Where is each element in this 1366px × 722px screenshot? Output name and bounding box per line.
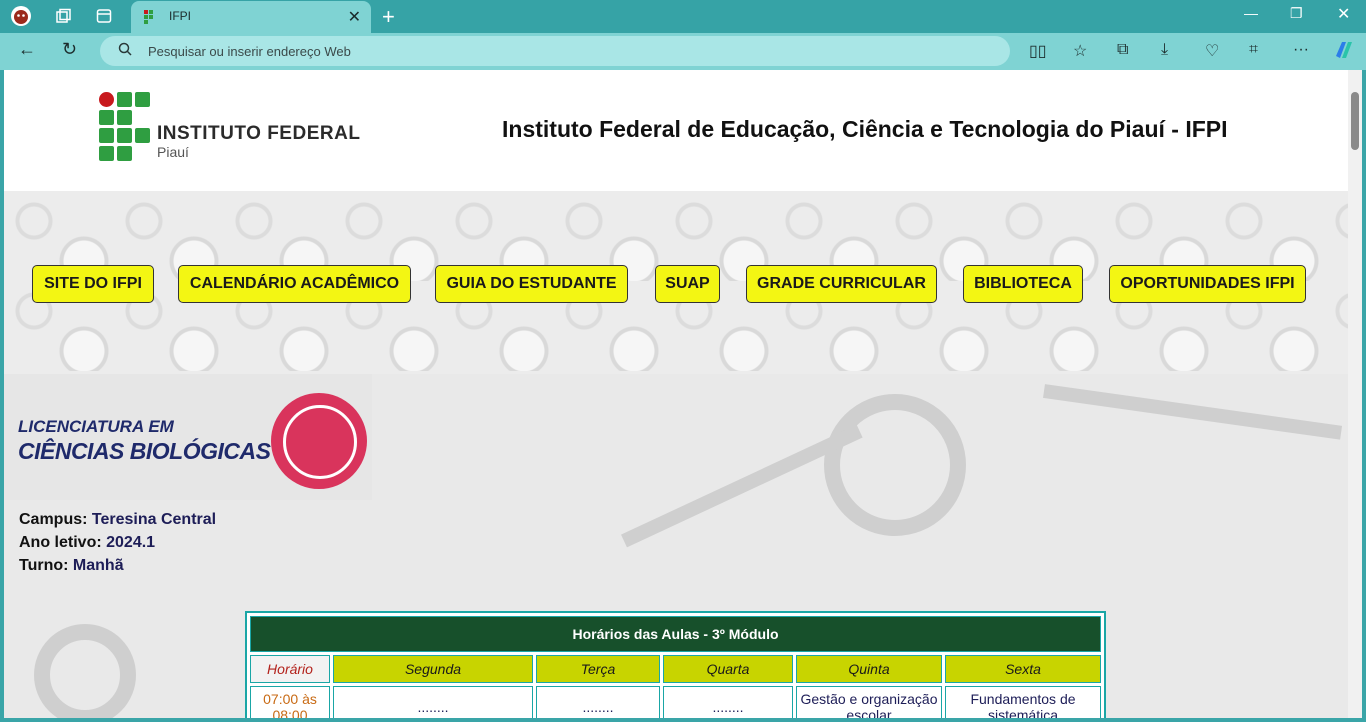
favorites-icon[interactable]: ☆	[1073, 41, 1087, 61]
hour-cell: 07:00 às 08:00	[250, 686, 330, 718]
restore-icon[interactable]: ❐	[1290, 5, 1303, 22]
nav-suap[interactable]: SUAP	[655, 265, 720, 303]
class-cell: Fundamentos de sistemática	[945, 686, 1101, 718]
shift-row: Turno: Manhã	[19, 557, 124, 574]
extensions-icon[interactable]: ♡	[1205, 41, 1219, 61]
year-row: Ano letivo: 2024.1	[19, 534, 156, 551]
screenshot-icon[interactable]: ⌗	[1249, 41, 1258, 59]
year-value: 2024.1	[106, 534, 156, 551]
nav-guia-do-estudante[interactable]: GUIA DO ESTUDANTE	[435, 265, 628, 303]
class-cell: Gestão e organização escolar	[796, 686, 942, 718]
schedule-title: Horários das Aulas - 3º Módulo	[250, 616, 1101, 652]
split-screen-icon[interactable]: ▯▯	[1029, 41, 1047, 61]
nav-oportunidades-ifpi[interactable]: OPORTUNIDADES IFPI	[1109, 265, 1306, 303]
hour-header: Horário	[250, 655, 330, 683]
page-scrollbar[interactable]	[1348, 70, 1362, 718]
browser-toolbar: ← ↻ Pesquisar ou inserir endereço Web ▯▯…	[0, 33, 1366, 70]
course-info: Campus: Teresina Central Ano letivo: 202…	[19, 508, 216, 577]
refresh-icon[interactable]: ↻	[62, 39, 77, 60]
close-tab-icon[interactable]: ✕	[348, 7, 361, 27]
class-cell: ........	[333, 686, 533, 718]
new-tab-icon[interactable]: +	[382, 4, 395, 30]
main-content: LICENCIATURA EM CIÊNCIAS BIOLÓGICAS Camp…	[4, 374, 1348, 718]
tab-actions-icon[interactable]	[93, 5, 115, 27]
class-cell: ........	[536, 686, 660, 718]
shift-value: Manhã	[72, 557, 124, 574]
minimize-icon[interactable]: —	[1244, 5, 1258, 21]
scrollbar-thumb[interactable]	[1351, 92, 1359, 150]
back-icon[interactable]: ←	[18, 39, 36, 60]
profile-avatar-icon[interactable]	[10, 5, 32, 27]
day-header: Quinta	[796, 655, 942, 683]
copilot-icon[interactable]	[1332, 38, 1356, 67]
course-line1: LICENCIATURA EM	[18, 417, 174, 436]
nav-biblioteca[interactable]: BIBLIOTECA	[963, 265, 1083, 303]
course-line2: CIÊNCIAS BIOLÓGICAS	[18, 438, 271, 464]
page-title: Instituto Federal de Educação, Ciência e…	[502, 116, 1228, 142]
nav-calendario-academico[interactable]: CALENDÁRIO ACADÊMICO	[178, 265, 411, 303]
nav-site-ifpi[interactable]: SITE DO IFPI	[32, 265, 154, 303]
main-nav: SITE DO IFPI CALENDÁRIO ACADÊMICO GUIA D…	[4, 265, 1348, 305]
nav-grade-curricular[interactable]: GRADE CURRICULAR	[746, 265, 937, 303]
address-bar[interactable]: Pesquisar ou inserir endereço Web	[100, 36, 1010, 66]
decor-circle	[34, 624, 136, 718]
workspaces-icon[interactable]	[52, 5, 74, 27]
decor-circle	[824, 394, 966, 536]
class-cell: ........	[663, 686, 793, 718]
logo-name: INSTITUTO FEDERAL	[157, 123, 361, 144]
more-icon[interactable]: ···	[1293, 41, 1309, 59]
site-header: INSTITUTO FEDERAL Piauí Instituto Federa…	[4, 70, 1348, 191]
ifpi-favicon-icon	[144, 10, 156, 24]
biology-emblem-icon	[271, 393, 367, 489]
close-window-icon[interactable]: ✕	[1337, 4, 1350, 24]
table-row: 07:00 às 08:00 ........ ........ .......…	[250, 686, 1101, 718]
day-header: Segunda	[333, 655, 533, 683]
decor-line	[1043, 384, 1343, 440]
course-logo: LICENCIATURA EM CIÊNCIAS BIOLÓGICAS	[4, 374, 372, 500]
campus-row: Campus: Teresina Central	[19, 511, 217, 528]
collections-icon[interactable]: ⧉	[1117, 41, 1128, 59]
title-bar: IFPI ✕ + — ❐ ✕	[0, 0, 1366, 33]
tab-title: IFPI	[169, 9, 192, 23]
logo-subtitle: Piauí	[157, 144, 189, 160]
download-icon[interactable]: ⤓	[1161, 41, 1168, 59]
schedule-table: Horários das Aulas - 3º Módulo Horário S…	[245, 611, 1106, 718]
page-viewport: INSTITUTO FEDERAL Piauí Instituto Federa…	[4, 70, 1362, 718]
tab-ifpi[interactable]: IFPI ✕	[131, 1, 371, 33]
search-icon	[118, 42, 132, 59]
address-placeholder: Pesquisar ou inserir endereço Web	[148, 44, 351, 59]
campus-value: Teresina Central	[91, 511, 217, 528]
day-header: Terça	[536, 655, 660, 683]
day-header: Quarta	[663, 655, 793, 683]
day-header: Sexta	[945, 655, 1101, 683]
